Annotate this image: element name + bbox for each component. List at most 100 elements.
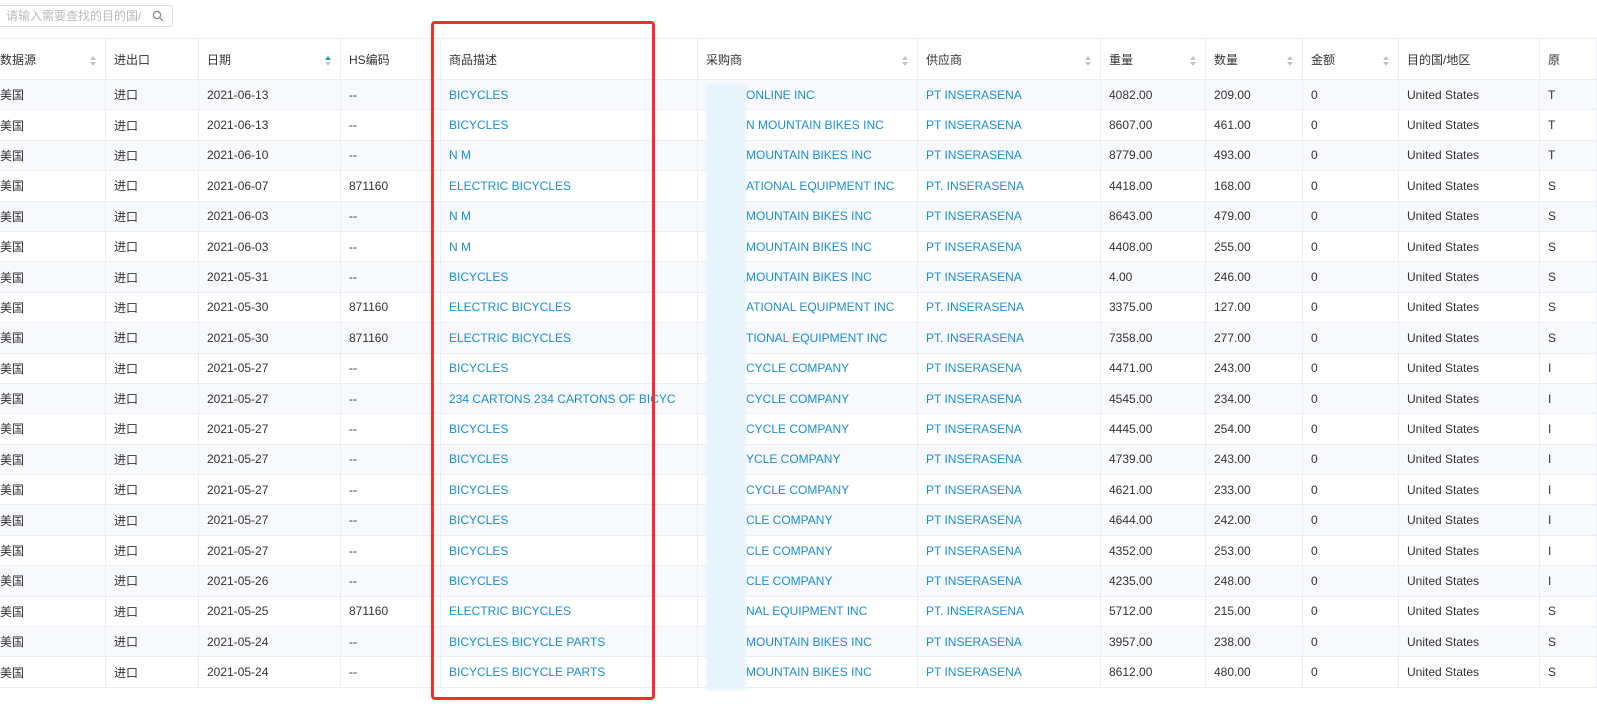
header-supplier[interactable]: 供应商 xyxy=(918,39,1101,79)
cell-supplier[interactable]: PT INSERASENA xyxy=(918,262,1101,292)
sort-icon[interactable] xyxy=(1286,55,1294,67)
cell-desc[interactable]: ELECTRIC BICYCLES xyxy=(441,596,698,627)
cell-dest: United States xyxy=(1399,231,1540,262)
header-weight[interactable]: 重量 xyxy=(1101,39,1206,79)
cell-origin: I xyxy=(1540,383,1597,414)
cell-desc[interactable]: BICYCLES xyxy=(441,110,698,140)
table-row[interactable]: 美国 进口 2021-05-27 -- 234 CARTONS 234 CARTONS … xyxy=(0,383,1597,415)
cell-desc[interactable]: BICYCLES xyxy=(441,566,698,596)
table-row[interactable]: 美国 进口 2021-06-10 -- N M MOUNTAIN BIKES INC PT … xyxy=(0,140,1597,172)
cell-supplier[interactable]: PT INSERASENA xyxy=(918,140,1101,171)
table-row[interactable]: 美国 进口 2021-06-13 -- BICYCLES ONLINE INC PT INS… xyxy=(0,80,1597,111)
cell-origin: I xyxy=(1540,566,1597,596)
cell-desc[interactable]: BICYCLES xyxy=(441,262,698,292)
table-row[interactable]: 美国 进口 2021-06-07 871160 ELECTRIC BICYCLES ATI… xyxy=(0,171,1597,202)
table-row[interactable]: 美国 进口 2021-05-27 -- BICYCLES CLE COMPANY PT IN… xyxy=(0,535,1597,567)
cell-desc[interactable]: 234 CARTONS 234 CARTONS OF BICYC xyxy=(441,383,698,414)
cell-date: 2021-05-27 xyxy=(199,383,341,414)
sort-icon[interactable] xyxy=(1382,55,1390,67)
cell-supplier[interactable]: PT INSERASENA xyxy=(918,535,1101,566)
cell-supplier[interactable]: PT INSERASENA xyxy=(918,110,1101,140)
sort-icon[interactable] xyxy=(1189,55,1197,67)
cell-supplier[interactable]: PT INSERASENA xyxy=(918,657,1101,687)
cell-qty: 254.00 xyxy=(1206,414,1303,444)
cell-desc[interactable]: ELECTRIC BICYCLES xyxy=(441,292,698,323)
cell-qty: 248.00 xyxy=(1206,566,1303,596)
cell-supplier[interactable]: PT INSERASENA xyxy=(918,231,1101,262)
header-source[interactable]: 数据源 xyxy=(0,39,106,79)
cell-desc[interactable]: N M xyxy=(441,201,698,231)
cell-io: 进口 xyxy=(106,231,199,262)
search-input[interactable] xyxy=(0,6,146,26)
table-row[interactable]: 美国 进口 2021-05-30 871160 ELECTRIC BICYCLES TIO… xyxy=(0,323,1597,354)
cell-desc[interactable]: BICYCLES BICYCLE PARTS xyxy=(441,657,698,687)
cell-supplier[interactable]: PT INSERASENA xyxy=(918,627,1101,657)
cell-supplier[interactable]: PT. INSERASENA xyxy=(918,596,1101,627)
cell-desc[interactable]: BICYCLES xyxy=(441,80,698,110)
table-row[interactable]: 美国 进口 2021-06-03 -- N M MOUNTAIN BIKES INC PT … xyxy=(0,201,1597,232)
sort-icon[interactable] xyxy=(901,55,909,67)
cell-supplier[interactable]: PT INSERASENA xyxy=(918,383,1101,414)
table-row[interactable]: 美国 进口 2021-05-27 -- BICYCLES CLE COMPANY PT IN… xyxy=(0,505,1597,536)
sort-icon[interactable] xyxy=(89,55,97,67)
sort-icon[interactable] xyxy=(1084,55,1092,67)
cell-supplier[interactable]: PT. INSERASENA xyxy=(918,292,1101,323)
cell-supplier[interactable]: PT INSERASENA xyxy=(918,505,1101,535)
cell-desc[interactable]: N M xyxy=(441,140,698,171)
cell-desc[interactable]: BICYCLES xyxy=(441,505,698,535)
cell-amount: 0 xyxy=(1303,535,1399,566)
table-row[interactable]: 美国 进口 2021-05-27 -- BICYCLES CYCLE COMPANY PT … xyxy=(0,414,1597,445)
cell-hs: 871160 xyxy=(341,596,441,627)
cell-supplier[interactable]: PT INSERASENA xyxy=(918,566,1101,596)
cell-desc[interactable]: BICYCLES BICYCLE PARTS xyxy=(441,627,698,657)
cell-supplier[interactable]: PT. INSERASENA xyxy=(918,171,1101,201)
table-row[interactable]: 美国 进口 2021-05-26 -- BICYCLES CLE COMPANY PT IN… xyxy=(0,566,1597,597)
search-icon[interactable] xyxy=(152,10,164,22)
cell-desc[interactable]: BICYCLES xyxy=(441,414,698,444)
search-box[interactable] xyxy=(0,5,173,27)
cell-weight: 4.00 xyxy=(1101,262,1206,292)
cell-origin: T xyxy=(1540,110,1597,140)
cell-source: 美国 xyxy=(0,505,106,535)
cell-source: 美国 xyxy=(0,535,106,566)
cell-origin: I xyxy=(1540,505,1597,535)
table-row[interactable]: 美国 进口 2021-05-27 -- BICYCLES CYCLE COMPANY PT … xyxy=(0,353,1597,384)
cell-hs: -- xyxy=(341,475,441,505)
cell-desc[interactable]: N M xyxy=(441,231,698,262)
cell-desc[interactable]: ELECTRIC BICYCLES xyxy=(441,171,698,201)
cell-io: 进口 xyxy=(106,566,199,596)
cell-supplier[interactable]: PT INSERASENA xyxy=(918,353,1101,383)
table-row[interactable]: 美国 进口 2021-05-25 871160 ELECTRIC BICYCLES NAL… xyxy=(0,596,1597,628)
cell-supplier[interactable]: PT INSERASENA xyxy=(918,80,1101,110)
cell-supplier[interactable]: PT INSERASENA xyxy=(918,201,1101,231)
table-row[interactable]: 美国 进口 2021-05-31 -- BICYCLES MOUNTAIN BIKES I… xyxy=(0,262,1597,293)
table-row[interactable]: 美国 进口 2021-05-24 -- BICYCLES BICYCLE PARTS MO… xyxy=(0,627,1597,658)
cell-desc[interactable]: BICYCLES xyxy=(441,353,698,383)
cell-source: 美国 xyxy=(0,414,106,444)
sort-icon[interactable] xyxy=(324,55,332,67)
table-row[interactable]: 美国 进口 2021-05-27 -- BICYCLES YCLE COMPANY PT I… xyxy=(0,444,1597,476)
cell-desc[interactable]: ELECTRIC BICYCLES xyxy=(441,323,698,353)
cell-hs: -- xyxy=(341,110,441,140)
table-row[interactable]: 美国 进口 2021-05-30 871160 ELECTRIC BICYCLES ATI… xyxy=(0,292,1597,324)
table-row[interactable]: 美国 进口 2021-05-27 -- BICYCLES CYCLE COMPANY PT … xyxy=(0,475,1597,506)
table-row[interactable]: 美国 进口 2021-06-03 -- N M MOUNTAIN BIKES INC PT … xyxy=(0,231,1597,263)
cell-io: 进口 xyxy=(106,505,199,535)
header-buyer[interactable]: 采购商 xyxy=(698,39,918,79)
cell-weight: 4082.00 xyxy=(1101,80,1206,110)
cell-desc[interactable]: BICYCLES xyxy=(441,475,698,505)
cell-supplier[interactable]: PT INSERASENA xyxy=(918,475,1101,505)
cell-desc[interactable]: BICYCLES xyxy=(441,444,698,475)
cell-io: 进口 xyxy=(106,353,199,383)
cell-supplier[interactable]: PT. INSERASENA xyxy=(918,323,1101,353)
cell-supplier[interactable]: PT INSERASENA xyxy=(918,414,1101,444)
header-qty[interactable]: 数量 xyxy=(1206,39,1303,79)
cell-weight: 4352.00 xyxy=(1101,535,1206,566)
cell-qty: 168.00 xyxy=(1206,171,1303,201)
cell-supplier[interactable]: PT INSERASENA xyxy=(918,444,1101,475)
table-row[interactable]: 美国 进口 2021-05-24 -- BICYCLES BICYCLE PARTS MO… xyxy=(0,657,1597,688)
cell-desc[interactable]: BICYCLES xyxy=(441,535,698,566)
table-row[interactable]: 美国 进口 2021-06-13 -- BICYCLES N MOUNTAIN BIKES… xyxy=(0,110,1597,141)
header-amount[interactable]: 金额 xyxy=(1303,39,1399,79)
header-date[interactable]: 日期 xyxy=(199,39,341,79)
